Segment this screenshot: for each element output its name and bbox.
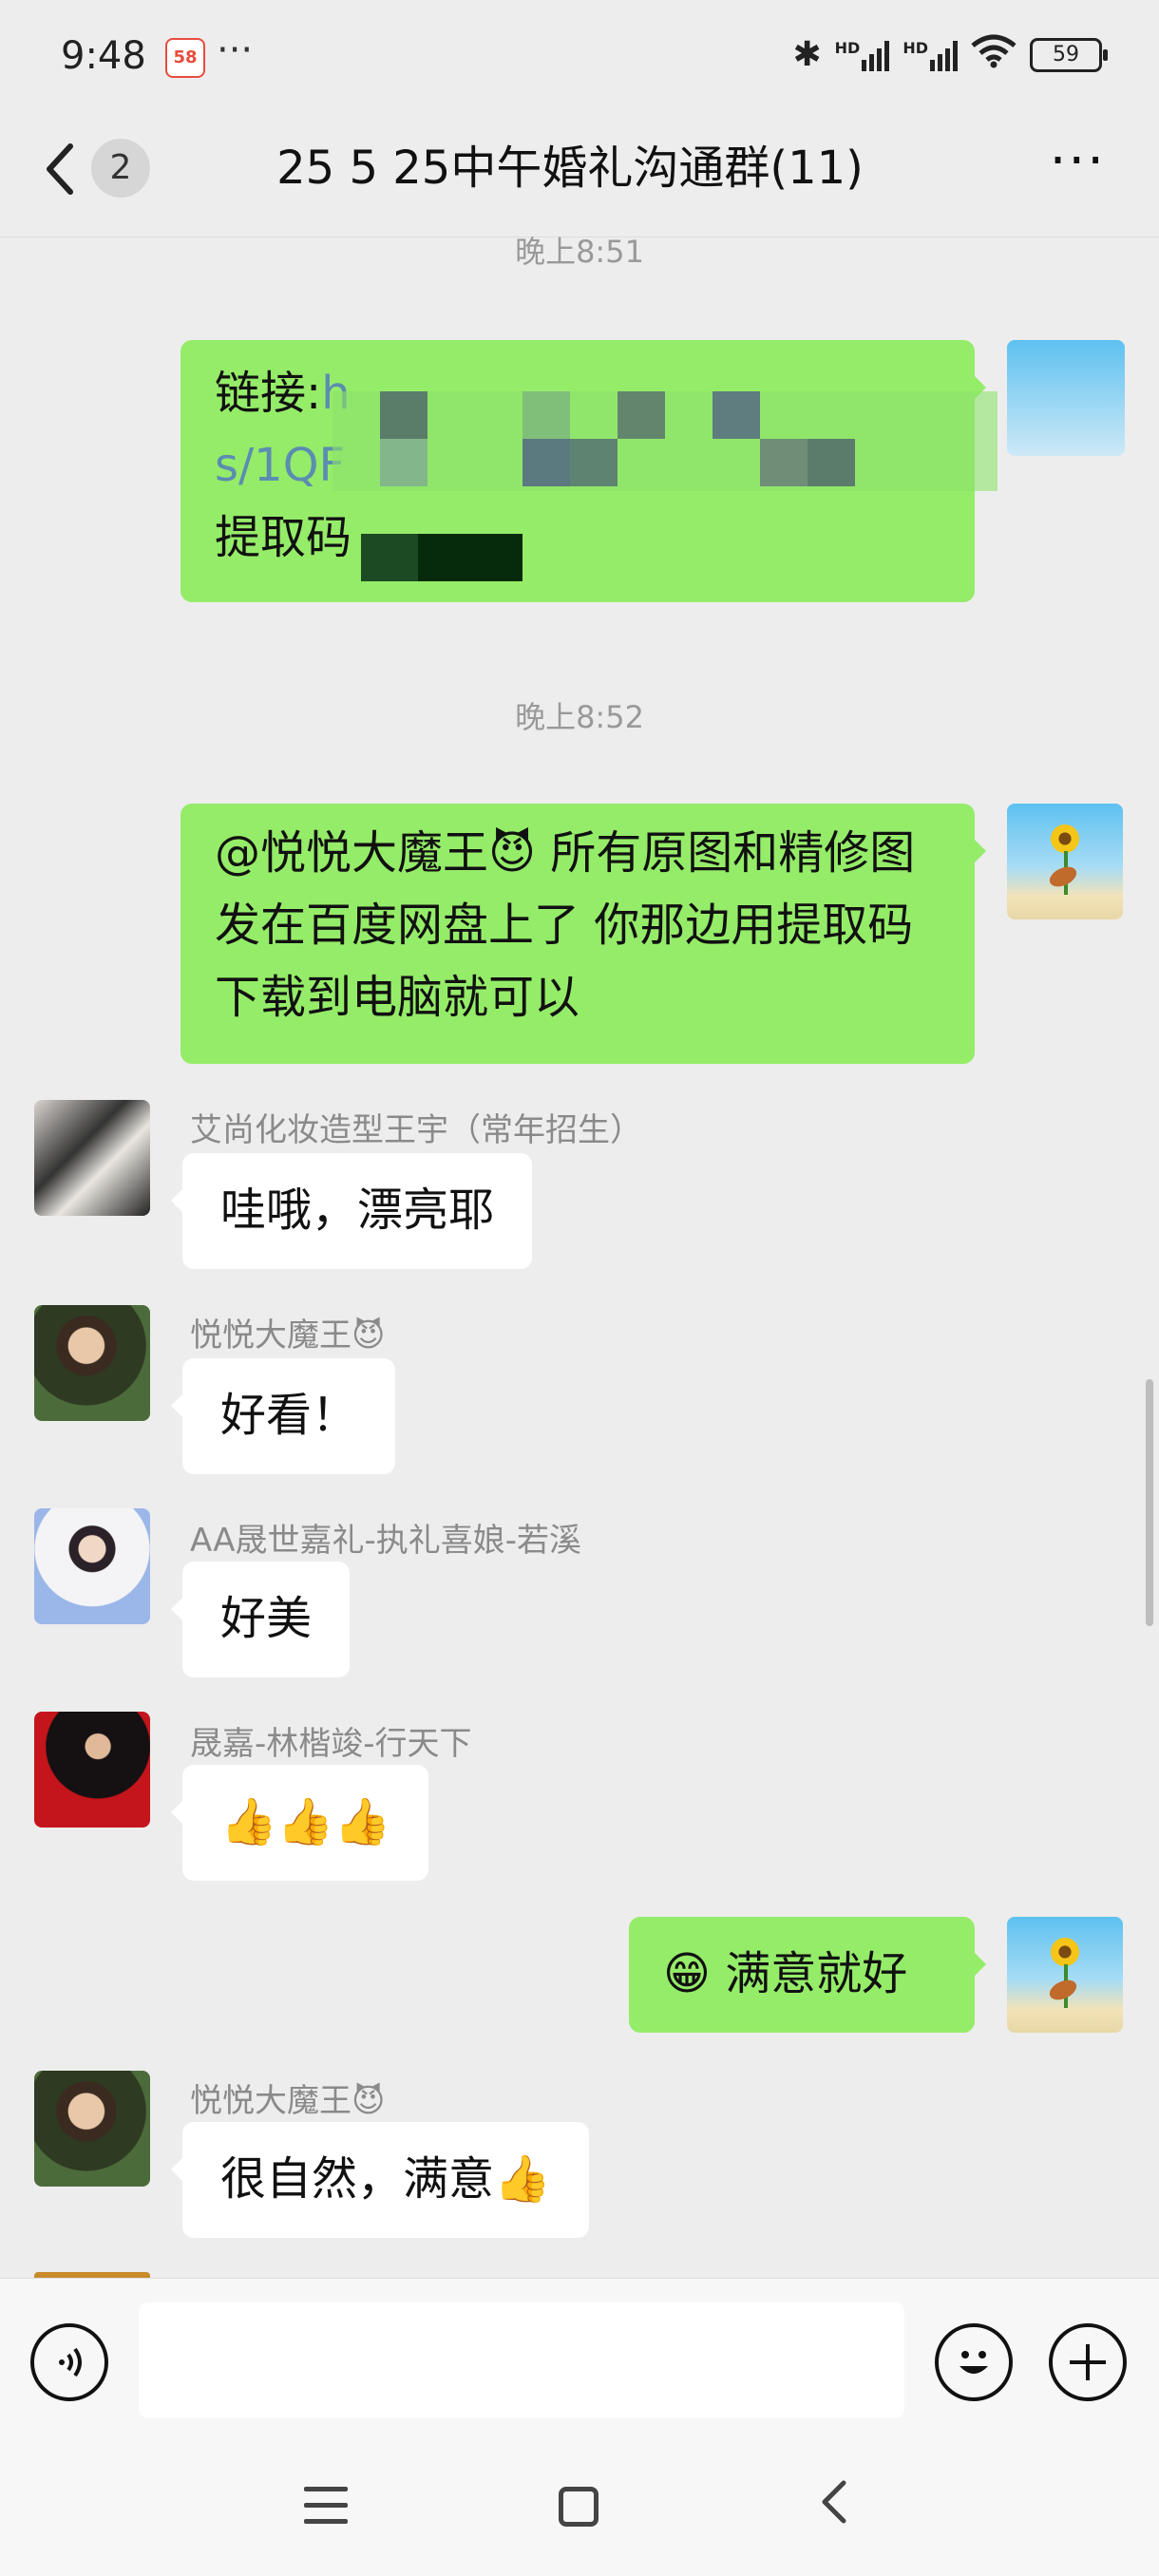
sender-name: 艾尚化妆造型王宇（常年招生） (190, 1111, 642, 1149)
my-avatar[interactable] (1007, 340, 1125, 456)
timestamp: 晚上8:52 (515, 699, 644, 735)
chat-title: 25 5 25中午婚礼沟通群(11) (276, 142, 864, 195)
sender-name: 晟嘉-林楷竣-行天下 (190, 1725, 472, 1763)
message-bubble[interactable]: 哇哦，漂亮耶 (170, 1153, 533, 1269)
sender-name: AA晟世嘉礼-执礼喜娘-若溪 (190, 1522, 582, 1560)
status-more-icon: ··· (217, 28, 254, 72)
avatar[interactable] (34, 1508, 150, 1624)
message-bubble[interactable]: 👍👍👍 (170, 1765, 429, 1881)
my-avatar[interactable] (1007, 804, 1123, 919)
avatar[interactable] (34, 1712, 150, 1828)
link-label: 链接: (215, 367, 322, 420)
signal-icon-1: HD (835, 39, 890, 71)
sender-name: 悦悦大魔王😈 (190, 1316, 386, 1354)
unread-count-badge[interactable]: 2 (91, 139, 150, 198)
menu-icon[interactable] (304, 2487, 348, 2525)
wifi-icon (971, 34, 1016, 75)
more-icon[interactable]: ··· (1050, 135, 1106, 188)
avatar[interactable] (34, 2071, 150, 2187)
voice-icon[interactable] (30, 2323, 108, 2401)
my-avatar[interactable] (1007, 1917, 1123, 2033)
signal-icon-2: HD (902, 39, 958, 71)
sender-name: 悦悦大魔王😈 (190, 2082, 386, 2120)
app-notification-icon: 58 (165, 38, 205, 78)
emoji-icon[interactable] (935, 2323, 1013, 2401)
scrollbar[interactable] (1146, 1379, 1153, 1626)
redacted-code-mosaic (361, 534, 522, 581)
battery-icon: 59 (1030, 37, 1108, 72)
avatar[interactable] (34, 1100, 150, 1216)
bluetooth-icon: ✱ (792, 35, 822, 74)
redacted-link-mosaic (332, 391, 998, 491)
message-bubble[interactable]: 好美 (170, 1562, 351, 1677)
message-bubble-mine[interactable]: 😁 满意就好 (629, 1917, 986, 2033)
home-icon[interactable] (559, 2487, 598, 2527)
back-arrow-icon[interactable] (42, 141, 95, 198)
status-time: 9:48 (61, 34, 146, 78)
avatar[interactable] (34, 1305, 150, 1421)
message-bubble[interactable]: 好看！ (170, 1358, 396, 1474)
status-indicators: ✱ HD HD 59 (792, 34, 1108, 75)
message-bubble[interactable]: 很自然，满意👍 (171, 2122, 589, 2238)
message-input[interactable] (139, 2302, 904, 2418)
message-bubble-mine[interactable]: @悦悦大魔王😈 所有原图和精修图 发在百度网盘上了 你那边用提取码下载到电脑就可… (180, 804, 986, 1064)
extract-code-label: 提取码 (215, 511, 352, 564)
plus-icon[interactable] (1049, 2323, 1127, 2401)
timestamp: 晚上8:51 (515, 234, 644, 270)
nav-back-icon[interactable] (815, 2473, 853, 2539)
